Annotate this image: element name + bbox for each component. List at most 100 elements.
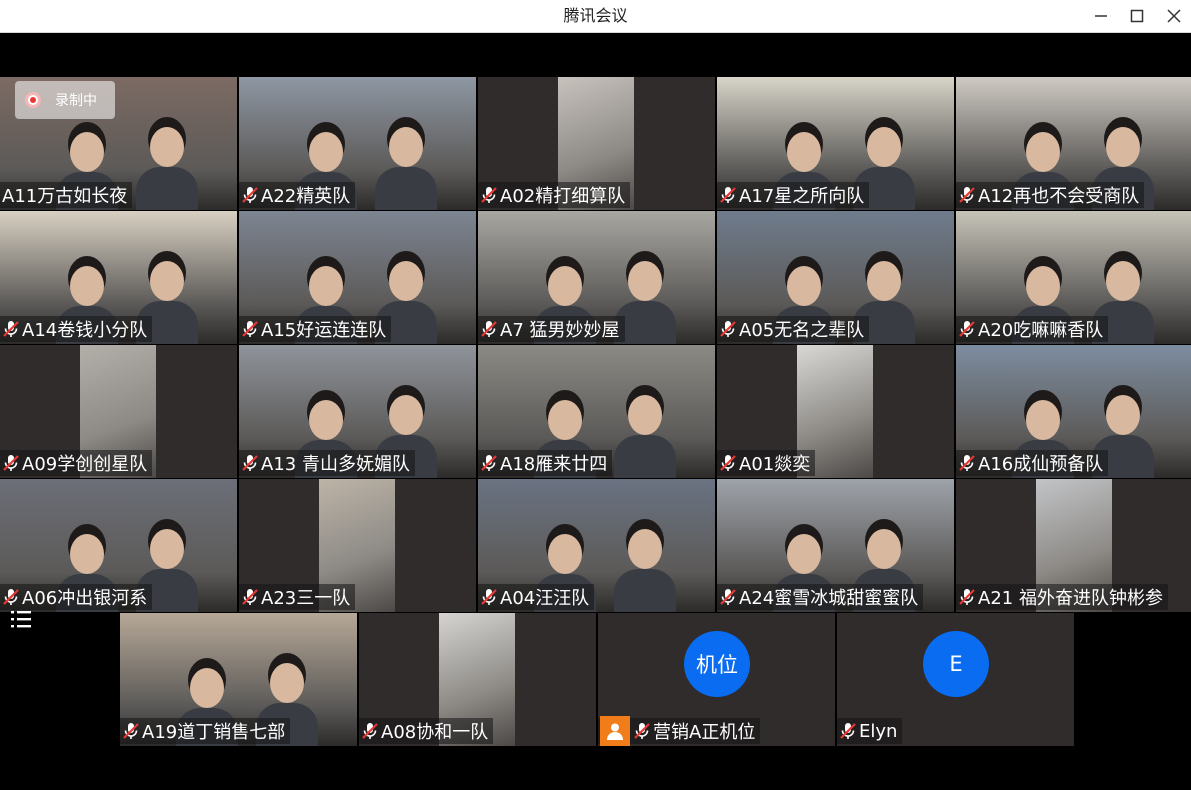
video-tile[interactable]: A21 福外奋进队钟彬参 [956, 479, 1191, 612]
video-tile[interactable]: A20吃嘛嘛香队 [956, 211, 1191, 344]
video-tile[interactable]: A24蜜雪冰城甜蜜蜜队 [717, 479, 954, 612]
participant-name: A08协和一队 [381, 722, 489, 743]
participant-name: A20吃嘛嘛香队 [978, 320, 1104, 341]
participant-silhouette [150, 261, 184, 301]
video-tile[interactable]: A12再也不会受商队 [956, 77, 1191, 210]
avatar: 机位 [684, 631, 750, 697]
mic-muted-icon [242, 589, 258, 605]
mic-muted-icon [720, 321, 736, 337]
video-tile[interactable]: A19道丁销售七部 [120, 613, 357, 746]
video-tile[interactable]: A05无名之辈队 [717, 211, 954, 344]
participant-silhouette [1106, 127, 1140, 167]
mic-muted-icon [720, 187, 736, 203]
participant-silhouette [787, 132, 821, 172]
mic-muted-icon [481, 187, 497, 203]
participant-name: A04汪汪队 [500, 588, 590, 609]
participant-name: A01燚奕 [739, 454, 811, 475]
video-tile[interactable]: A22精英队 [239, 77, 476, 210]
participant-name: A22精英队 [261, 186, 351, 207]
video-tile[interactable]: A18雁来廿四 [478, 345, 715, 478]
participant-silhouette [150, 529, 184, 569]
record-dot-icon [25, 92, 41, 108]
mic-muted-icon [242, 321, 258, 337]
participant-list-button[interactable] [8, 607, 36, 631]
video-tile[interactable]: A08协和一队 [359, 613, 596, 746]
participant-silhouette [1106, 261, 1140, 301]
maximize-icon [1130, 9, 1144, 22]
close-button[interactable] [1156, 0, 1191, 31]
mic-muted-icon [959, 589, 975, 605]
video-tile[interactable]: A02精打细算队 [478, 77, 715, 210]
mic-muted-icon [720, 589, 736, 605]
mic-muted-icon [840, 723, 856, 739]
recording-indicator[interactable]: 录制中 [15, 81, 115, 119]
participant-silhouette [787, 266, 821, 306]
participant-name-bar: A19道丁销售七部 [120, 718, 291, 744]
participant-name: A09学创创星队 [22, 454, 148, 475]
participant-name: A24蜜雪冰城甜蜜蜜队 [739, 588, 919, 609]
video-tile[interactable]: A13 青山多妩媚队 [239, 345, 476, 478]
video-tile[interactable]: A16成仙预备队 [956, 345, 1191, 478]
video-tile[interactable]: A04汪汪队 [478, 479, 715, 612]
participant-name: A16成仙预备队 [978, 454, 1104, 475]
participant-name: A19道丁销售七部 [142, 722, 286, 743]
participant-name: A02精打细算队 [500, 186, 626, 207]
participant-name-bar: A24蜜雪冰城甜蜜蜜队 [717, 584, 924, 610]
close-icon [1167, 8, 1181, 23]
video-tile[interactable]: A15好运连连队 [239, 211, 476, 344]
minimize-icon [1095, 14, 1107, 17]
participant-silhouette [389, 395, 423, 435]
participant-silhouette [70, 132, 104, 172]
participant-silhouette [548, 534, 582, 574]
participant-silhouette [70, 534, 104, 574]
participant-silhouette [867, 261, 901, 301]
participant-name-bar: A20吃嘛嘛香队 [956, 316, 1109, 342]
mic-muted-icon [634, 723, 650, 739]
video-tile[interactable]: A7 猛男妙妙屋 [478, 211, 715, 344]
video-tile[interactable]: A06冲出银河系 [0, 479, 237, 612]
mic-muted-icon [481, 589, 497, 605]
participant-silhouette [389, 261, 423, 301]
participant-silhouette-body [375, 167, 437, 210]
mic-muted-icon [362, 723, 378, 739]
video-tile[interactable]: A17星之所向队 [717, 77, 954, 210]
participant-silhouette [1026, 132, 1060, 172]
participant-silhouette [190, 668, 224, 708]
participant-name-bar: 营销A正机位 [598, 716, 761, 746]
participant-name-bar: A04汪汪队 [478, 584, 595, 610]
video-tile[interactable]: 机位营销A正机位 [598, 613, 835, 746]
participant-silhouette [70, 266, 104, 306]
minimize-button[interactable] [1083, 0, 1119, 31]
participant-silhouette-body [614, 435, 676, 478]
participant-silhouette [389, 127, 423, 167]
participant-silhouette [309, 132, 343, 172]
participant-name: A15好运连连队 [261, 320, 387, 341]
participant-name-bar: A7 猛男妙妙屋 [478, 316, 625, 342]
mic-muted-icon [3, 455, 19, 471]
participant-name: A23三一队 [261, 588, 351, 609]
video-tile[interactable]: E Elyn [837, 613, 1074, 746]
participant-silhouette [628, 529, 662, 569]
mic-muted-icon [242, 455, 258, 471]
maximize-button[interactable] [1119, 0, 1155, 31]
participant-name-bar: A13 青山多妩媚队 [239, 450, 415, 476]
participant-name-bar: A14卷钱小分队 [0, 316, 153, 342]
participant-silhouette [1026, 266, 1060, 306]
participant-name: A14卷钱小分队 [22, 320, 148, 341]
participant-silhouette [1106, 395, 1140, 435]
video-tile[interactable]: A09学创创星队 [0, 345, 237, 478]
video-tile[interactable]: A14卷钱小分队 [0, 211, 237, 344]
video-tile[interactable]: A01燚奕 [717, 345, 954, 478]
participant-name-bar: A12再也不会受商队 [956, 182, 1145, 208]
video-tile[interactable]: A23三一队 [239, 479, 476, 612]
participant-name: A05无名之辈队 [739, 320, 865, 341]
participant-silhouette [867, 529, 901, 569]
recording-label: 录制中 [55, 93, 97, 109]
video-tile[interactable]: A11万古如长夜 录制中 [0, 77, 237, 210]
mic-muted-icon [481, 321, 497, 337]
participant-name-bar: A22精英队 [239, 182, 356, 208]
participant-name: 营销A正机位 [653, 722, 756, 743]
participant-name: A18雁来廿四 [500, 454, 608, 475]
participant-name-bar: A01燚奕 [717, 450, 816, 476]
participant-name-bar: A11万古如长夜 [0, 182, 133, 208]
